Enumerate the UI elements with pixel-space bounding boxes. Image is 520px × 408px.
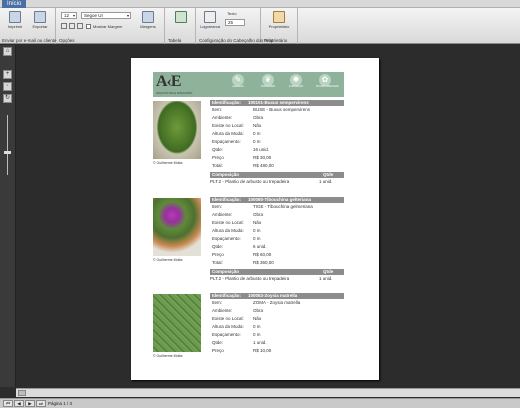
company-logo: A‹E	[156, 73, 182, 90]
plant-photo-tibouchina	[153, 198, 201, 256]
field-row: Espaçamento: 0 m	[212, 332, 261, 337]
folder-icon	[273, 11, 285, 23]
field-row: Qtde: 16 unid.	[212, 147, 270, 152]
export-icon	[34, 11, 46, 23]
ribbon: Imprimir Exportar Enviar por e-mail ou c…	[0, 8, 520, 44]
photo-credit: © Guilherme Motta	[153, 258, 183, 262]
bold-button[interactable]	[61, 23, 67, 29]
table-icon	[175, 11, 187, 23]
field-row: Preço R$ 60,00	[212, 252, 272, 257]
logo-subtitle: ARQUITETURA E PAISAGISMO	[156, 92, 193, 95]
field-row: Total: R$ 480,00	[212, 163, 274, 168]
last-page-button[interactable]: ⏭	[36, 400, 46, 407]
proprietary-button[interactable]: Proprietário	[268, 11, 290, 29]
status-bar: ⏮ ◀ ▶ ⏭ Página 1 / 3	[0, 398, 520, 408]
group-table: Tabela	[166, 8, 196, 44]
chevron-down-icon: ▾	[72, 13, 75, 18]
group-proprietary: Proprietário Proprietário	[262, 8, 298, 44]
recycle-icon: ✿	[319, 74, 331, 86]
field-row: Existe no Local: Não	[212, 220, 262, 225]
printer-icon	[9, 11, 21, 23]
photo-credit: © Guilherme Motta	[153, 161, 183, 165]
prev-page-button[interactable]: ◀	[14, 400, 24, 407]
composition-row: PLT.2 - Plantio de arbusto ou trepadeira…	[210, 179, 333, 184]
group-label-options: Opções	[59, 38, 75, 43]
margins-button[interactable]: Margens	[137, 11, 159, 29]
group-send: Imprimir Exportar Enviar por e-mail ou c…	[0, 8, 57, 44]
badge-iluminacao: ✺ ILUMINAÇÃO	[288, 74, 304, 88]
field-row: Altura da Muda: 0 m	[212, 131, 261, 136]
home-icon[interactable]: ⌂	[3, 47, 12, 56]
field-row: Preço R$ 10,00	[212, 348, 272, 353]
field-row: Espaçamento: 0 m	[212, 236, 261, 241]
field-row: Qtde: 1 unid.	[212, 340, 267, 345]
group-label-proprietary: Proprietário	[264, 38, 288, 43]
field-row: Existe no Local: Não	[212, 316, 262, 321]
align-button[interactable]	[77, 23, 83, 29]
field-row: Altura da Muda: 0 m	[212, 324, 261, 329]
bulb-icon: ✺	[290, 74, 302, 86]
plant-photo-zoysia	[153, 294, 201, 352]
horizontal-scrollbar[interactable]	[16, 388, 520, 397]
logo-button[interactable]: Logomarca	[199, 11, 221, 29]
badge-arquitetura: ✎ arquitetura	[232, 74, 244, 88]
tab-inicio[interactable]: Início	[2, 0, 27, 8]
report-banner: A‹E ARQUITETURA E PAISAGISMO ✎ arquitetur…	[153, 72, 344, 97]
field-row: Existe no Local: Não	[212, 123, 262, 128]
badge-paisagismo: ❦ PAISAGISMO	[260, 74, 276, 88]
font-size-select[interactable]: 12 ▾	[61, 12, 77, 19]
leaf-icon: ❦	[262, 74, 274, 86]
field-row: Ambiente: Obra	[212, 115, 264, 120]
margins-icon	[142, 11, 154, 23]
zoom-fit-icon[interactable]: ◦	[3, 82, 12, 91]
zoom-slider-thumb[interactable]	[4, 151, 11, 154]
zoom-slider-track[interactable]	[7, 115, 8, 175]
building-icon: ✎	[232, 74, 244, 86]
field-row: Item: TIGE - Tibouchina gelmeriana	[212, 204, 313, 209]
page-indicator: Página 1 / 3	[48, 401, 73, 406]
plant-photo-buxus	[153, 101, 201, 159]
italic-button[interactable]	[69, 23, 75, 29]
logo-icon	[204, 11, 216, 23]
field-row: Qtde: 6 unid.	[212, 244, 267, 249]
photo-credit: © Guilherme Motta	[153, 354, 183, 358]
text-label: Texto	[227, 11, 237, 16]
print-button[interactable]: Imprimir	[4, 11, 26, 29]
field-row: Altura da Muda: 0 m	[212, 228, 261, 233]
composition-row: PLT.2 - Plantio de arbusto ou trepadeira…	[210, 276, 333, 281]
group-label-send: Enviar por e-mail ou cliente	[2, 38, 57, 43]
group-header-config: Logomarca Texto 25 Configuração do Cabeç…	[197, 8, 273, 44]
text-size-input[interactable]: 25	[225, 19, 245, 26]
table-button[interactable]	[170, 11, 192, 24]
chevron-down-icon: ▾	[126, 13, 129, 18]
field-row: Preço R$ 30,00	[212, 155, 272, 160]
field-row: Espaçamento: 0 m	[212, 139, 261, 144]
badge-sustentabilidade: ✿ SUSTENTABILIDADE	[316, 74, 339, 88]
export-button[interactable]: Exportar	[29, 11, 51, 29]
first-page-button[interactable]: ⏮	[3, 400, 13, 407]
field-row: Total: R$ 360,00	[212, 260, 274, 265]
group-label-table: Tabela	[168, 38, 182, 43]
zoom-in-icon[interactable]: +	[3, 70, 12, 79]
group-options: 12 ▾ Segoe UI ▾ Mostrar Margem Margens Opç…	[57, 8, 165, 44]
scrollbar-thumb[interactable]	[18, 390, 26, 396]
show-margins-label: Mostrar Margem	[93, 24, 123, 29]
left-toolbar: ⌂ + ◦ ↻	[0, 45, 16, 387]
field-row: Ambiente: Obra	[212, 308, 264, 313]
show-margins-checkbox[interactable]	[86, 24, 91, 29]
field-row: Item: BUSE - Buxus sempervirens	[212, 107, 311, 112]
field-row: Ambiente: Obra	[212, 212, 264, 217]
title-strip: Início	[0, 0, 520, 8]
report-page: A‹E ARQUITETURA E PAISAGISMO ✎ arquitetur…	[131, 58, 379, 380]
refresh-icon[interactable]: ↻	[3, 94, 12, 103]
font-name-select[interactable]: Segoe UI ▾	[81, 12, 131, 19]
field-row: Item: ZOMA - Zoysia matrella	[212, 300, 301, 305]
next-page-button[interactable]: ▶	[25, 400, 35, 407]
